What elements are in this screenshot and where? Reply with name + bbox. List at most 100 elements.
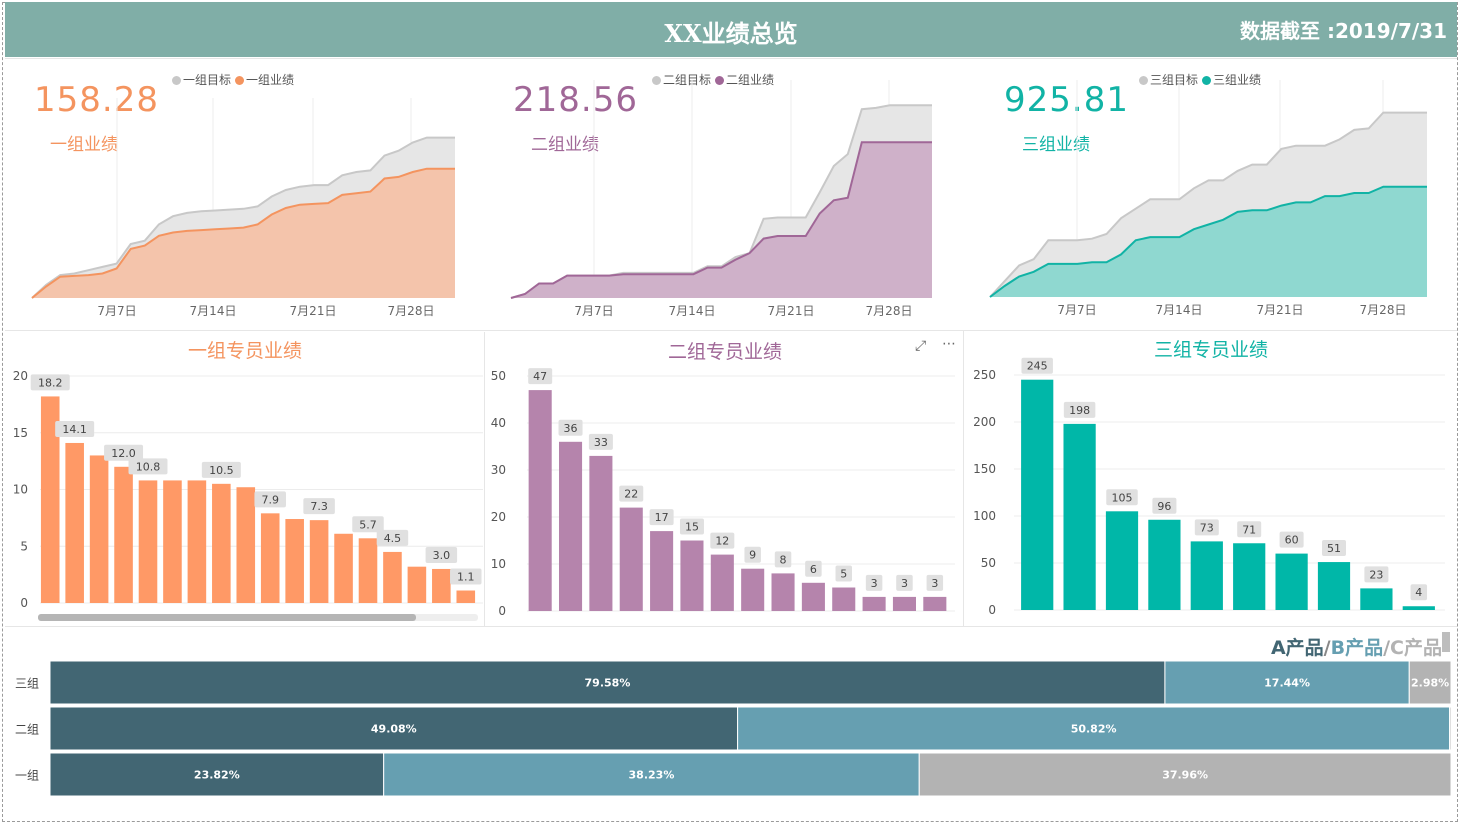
bar [236, 487, 256, 603]
data-label: 47 [533, 370, 547, 383]
bar [1148, 519, 1181, 610]
segment-label: 79.58% [585, 677, 631, 690]
area-fill-actual [32, 168, 455, 298]
data-label: 5 [840, 568, 847, 581]
bar [309, 520, 329, 603]
bar [1105, 511, 1139, 610]
bar [1233, 543, 1266, 610]
segment-label: 2.98% [1411, 677, 1449, 690]
stacked-bar-segment [1449, 706, 1452, 751]
bar [1063, 423, 1096, 610]
segment-label: 49.08% [371, 723, 417, 736]
bar [892, 596, 916, 611]
data-label: 22 [624, 488, 638, 501]
data-label: 60 [1285, 534, 1299, 547]
bar [832, 587, 856, 611]
bar [114, 466, 133, 603]
y-tick-label: 100 [973, 509, 996, 523]
segment-label: 17.44% [1264, 677, 1310, 690]
bar [650, 531, 674, 611]
y-tick-label: 150 [973, 462, 996, 476]
x-tick-label: 7月7日 [1057, 303, 1096, 317]
bar [680, 540, 704, 611]
x-tick-label: 7月28日 [1360, 303, 1407, 317]
data-label: 73 [1200, 521, 1214, 534]
bar [619, 507, 643, 611]
segment-label: 23.82% [194, 769, 240, 782]
data-label: 12 [715, 535, 729, 548]
charts-canvas: 7月7日 7月14日 7月21日 7月28日 7月7日 7月14日 7月21日 7月28日 7月… [13, 80, 1452, 797]
row-label: 二组 [15, 723, 39, 737]
bar [407, 566, 427, 603]
data-label: 18.2 [38, 376, 63, 389]
data-label: 10.5 [209, 464, 234, 477]
bar [212, 483, 231, 603]
data-label: 105 [1112, 491, 1133, 504]
y-tick-label: 20 [13, 369, 28, 383]
row-label: 三组 [15, 677, 39, 691]
data-label: 96 [1157, 500, 1171, 513]
data-label: 33 [594, 436, 608, 449]
bar [358, 538, 378, 603]
bar [1021, 379, 1054, 610]
y-tick-label: 0 [498, 604, 506, 618]
y-tick-label: 0 [20, 596, 28, 610]
data-label: 4.5 [384, 532, 402, 545]
x-tick-label: 7月21日 [768, 304, 815, 318]
segment-label: 37.96% [1162, 769, 1208, 782]
x-tick-label: 7月28日 [388, 304, 435, 318]
bar [710, 554, 734, 611]
bar [163, 480, 182, 603]
y-tick-label: 20 [491, 510, 506, 524]
y-tick-label: 5 [20, 539, 28, 553]
data-label: 3 [901, 577, 908, 590]
segment-label: 50.82% [1071, 723, 1117, 736]
bar [741, 568, 765, 611]
bar [862, 596, 886, 611]
bar [528, 390, 552, 611]
bar [559, 441, 583, 611]
data-label: 6 [810, 563, 817, 576]
x-tick-label: 7月28日 [866, 304, 913, 318]
bar [65, 442, 84, 603]
x-tick-label: 7月7日 [97, 304, 136, 318]
bar [285, 519, 304, 603]
y-tick-label: 15 [13, 426, 28, 440]
scrollbar-thumb [38, 614, 416, 621]
data-label: 7.3 [310, 500, 328, 513]
bar [432, 568, 451, 603]
data-label: 9 [749, 549, 756, 562]
data-label: 71 [1242, 523, 1256, 536]
data-label: 3 [871, 577, 878, 590]
bar [771, 573, 795, 611]
y-tick-label: 30 [491, 463, 506, 477]
y-tick-label: 250 [973, 368, 996, 382]
y-tick-label: 200 [973, 415, 996, 429]
y-tick-label: 40 [491, 416, 506, 430]
x-tick-label: 7月21日 [1257, 303, 1304, 317]
row-label: 一组 [15, 769, 39, 783]
data-label: 36 [564, 422, 578, 435]
bar [1275, 553, 1308, 610]
y-tick-label: 10 [491, 557, 506, 571]
data-label: 51 [1327, 542, 1341, 555]
segment-label: 38.23% [629, 769, 675, 782]
bar [801, 582, 825, 611]
data-label: 8 [780, 553, 787, 566]
data-label: 23 [1369, 568, 1383, 581]
bar [1190, 541, 1223, 610]
data-label: 15 [685, 521, 699, 534]
data-label: 198 [1069, 404, 1090, 417]
y-tick-label: 0 [988, 603, 996, 617]
data-label: 3.0 [433, 549, 451, 562]
x-tick-label: 7月7日 [574, 304, 613, 318]
y-tick-label: 10 [13, 483, 28, 497]
data-label: 1.1 [457, 571, 475, 584]
bar [89, 455, 109, 603]
y-tick-label: 50 [491, 369, 506, 383]
bar [383, 551, 402, 603]
bar [260, 513, 280, 603]
x-tick-label: 7月21日 [290, 304, 337, 318]
bar [1317, 562, 1351, 610]
data-label: 7.9 [261, 493, 279, 506]
